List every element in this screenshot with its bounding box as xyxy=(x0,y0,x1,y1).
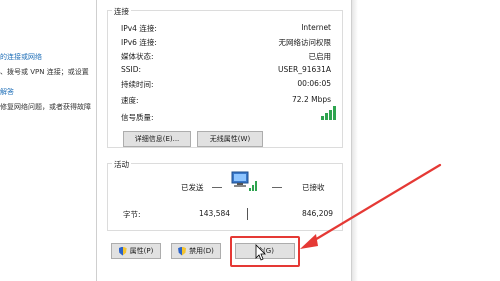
row-duration-key: 持续时间: xyxy=(121,80,154,89)
red-highlight-box xyxy=(230,236,300,267)
row-media-state: 媒体状态: 已启用 xyxy=(121,51,331,62)
bg-link-troubleshoot[interactable]: 解答 xyxy=(0,87,14,97)
row-signal-quality-key: 信号质量: xyxy=(121,113,154,122)
received-dash xyxy=(272,187,282,188)
network-computer-icon xyxy=(231,171,257,191)
row-media-state-key: 媒体状态: xyxy=(121,52,154,61)
activity-group-title: 活动 xyxy=(112,159,131,170)
bg-text-setup: 、拨号或 VPN 连接；或设置 xyxy=(0,68,89,76)
background-control-panel: 的连接或网络 、拨号或 VPN 连接；或设置 解答 修复网络问题，或者获得故障 xyxy=(0,0,98,281)
uac-shield-icon xyxy=(119,247,127,256)
properties-button-label: 属性(P) xyxy=(129,247,154,255)
properties-button[interactable]: 属性(P) xyxy=(111,243,161,259)
row-duration: 持续时间: 00:06:05 xyxy=(121,79,331,90)
disable-button[interactable]: 禁用(D) xyxy=(171,243,221,259)
bg-link-connection[interactable]: 的连接或网络 xyxy=(0,52,42,62)
details-button[interactable]: 详细信息(E)... xyxy=(123,131,191,147)
bytes-divider xyxy=(247,208,248,220)
row-ipv6-value: 无网络访问权限 xyxy=(278,38,332,47)
row-media-state-value: 已启用 xyxy=(308,52,332,61)
row-duration-value: 00:06:05 xyxy=(297,79,331,88)
row-ipv4-key: IPv4 连接: xyxy=(121,24,157,33)
row-speed-value: 72.2 Mbps xyxy=(292,95,331,104)
background-right xyxy=(358,0,500,281)
received-label: 已接收 xyxy=(302,183,325,192)
bytes-received-value: 846,209 xyxy=(302,209,334,218)
wireless-properties-button[interactable]: 无线属性(W) xyxy=(197,131,263,147)
bg-text-fix: 修复网络问题，或者获得故障 xyxy=(0,103,91,111)
activity-group: 活动 xyxy=(107,159,343,231)
signal-strength-icon xyxy=(321,106,339,120)
disable-button-label: 禁用(D) xyxy=(189,247,214,255)
wlan-status-dialog: 连接 IPv4 连接: Internet IPv6 连接: 无网络访问权限 媒体… xyxy=(96,0,352,281)
uac-shield-icon xyxy=(178,247,186,256)
row-ipv6: IPv6 连接: 无网络访问权限 xyxy=(121,37,331,48)
row-ipv4: IPv4 连接: Internet xyxy=(121,23,331,34)
bytes-label: 字节: xyxy=(123,210,141,219)
row-speed: 速度: 72.2 Mbps xyxy=(121,95,331,106)
row-ssid-key: SSID: xyxy=(121,65,142,74)
connection-group-title: 连接 xyxy=(112,6,131,17)
sent-dash xyxy=(212,187,222,188)
row-speed-key: 速度: xyxy=(121,96,139,105)
bytes-sent-value: 143,584 xyxy=(199,209,231,218)
row-ipv4-value: Internet xyxy=(301,23,331,32)
sent-label: 已发送 xyxy=(181,183,204,192)
dialog-shadow xyxy=(352,0,358,281)
row-ssid: SSID: USER_91631A xyxy=(121,65,331,76)
row-ipv6-key: IPv6 连接: xyxy=(121,38,157,47)
row-ssid-value: USER_91631A xyxy=(278,65,331,74)
row-signal-quality: 信号质量: xyxy=(121,112,331,123)
